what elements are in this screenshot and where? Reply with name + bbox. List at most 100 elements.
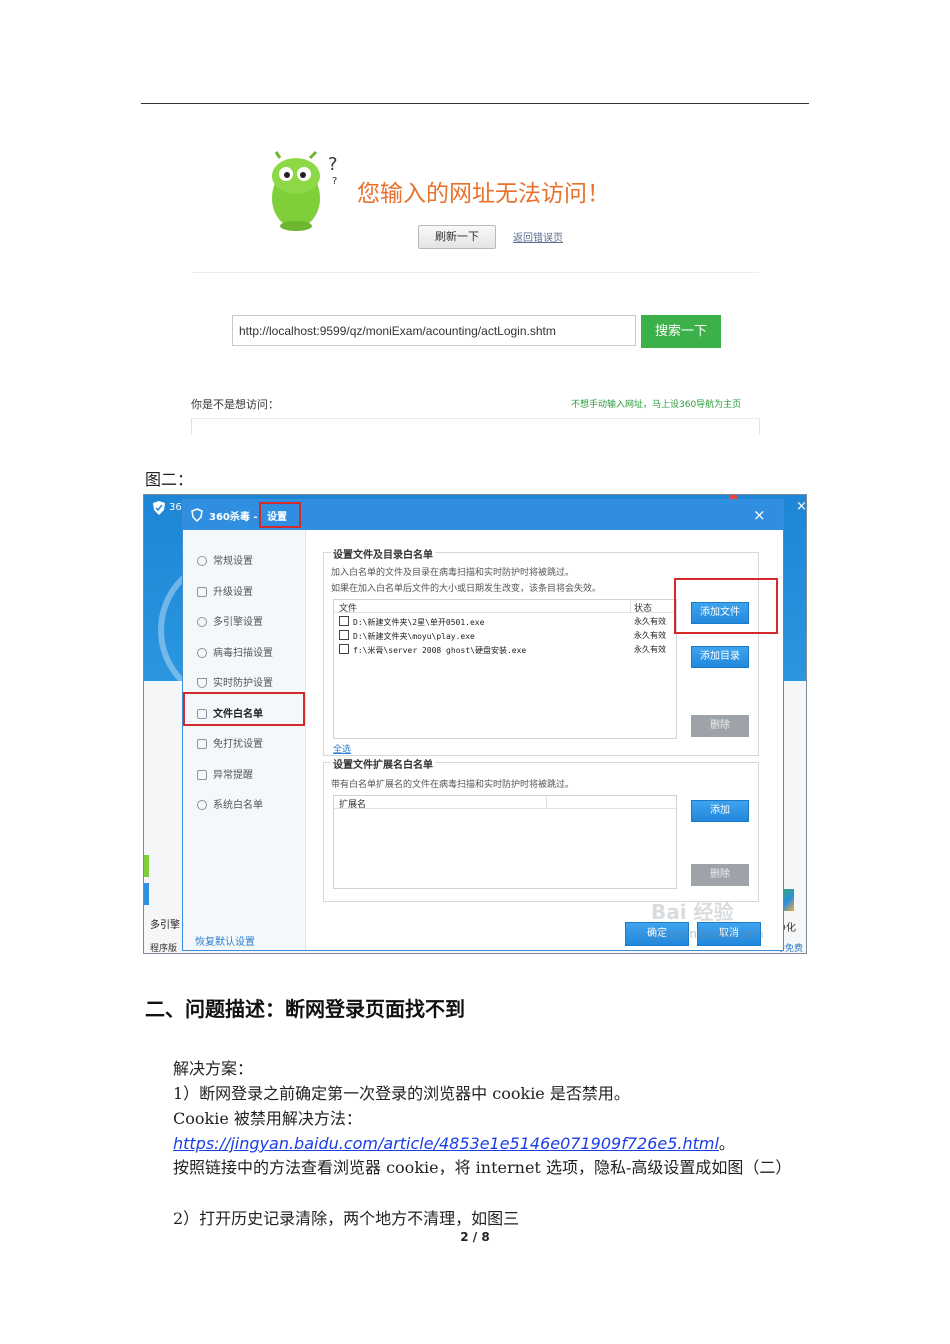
section-heading: 二、问题描述：断网登录页面找不到 — [145, 997, 465, 1021]
settings-dialog: 360杀毒 - 设置 × 常规设置 升级设置 多引擎设置 病毒扫描设置 实时防护… — [182, 499, 784, 951]
shield-icon — [197, 678, 207, 688]
sidebar-item-system-whitelist[interactable]: 系统白名单 — [197, 796, 263, 811]
group-title: 设置文件及目录白名单 — [331, 546, 435, 561]
figure-caption: 图二： — [145, 470, 194, 489]
cookie-fix-label: Cookie 被禁用解决方法： — [173, 1109, 362, 1128]
add-file-button[interactable]: 添加文件 — [691, 602, 749, 624]
punctuation: 。 — [718, 1134, 735, 1153]
extension-list: 扩展名 — [333, 795, 677, 889]
chart-icon — [197, 770, 207, 780]
table-row[interactable]: f:\米膏\server 2008 ghost\硬盘安装.exe — [339, 644, 526, 656]
checkbox[interactable] — [339, 644, 349, 654]
file-list: 文件 状态 D:\新建文件夹\2星\单开0501.exe 永久有效 D:\新建文… — [333, 599, 677, 739]
sidebar-item-label: 常规设置 — [213, 556, 253, 567]
dialog-titlebar: 360杀毒 - 设置 × — [183, 500, 783, 530]
sidebar-item-engine[interactable]: 多引擎设置 — [197, 613, 263, 628]
column-divider — [546, 796, 547, 808]
group-description: 如果在加入白名单后文件的大小或日期发生改变，该条目将会失效。 — [331, 584, 602, 594]
sidebar-item-alert[interactable]: 异常提醒 — [197, 766, 253, 781]
reference-link[interactable]: https://jingyan.baidu.com/article/4853e1… — [173, 1134, 719, 1153]
file-path: D:\新建文件夹\moyu\play.exe — [353, 632, 475, 641]
upload-icon — [197, 587, 207, 597]
sidebar-item-label: 异常提醒 — [213, 770, 253, 781]
select-all-link[interactable]: 全选 — [333, 742, 351, 755]
group-description: 加入白名单的文件及目录在病毒扫描和实时防护时将被跳过。 — [331, 568, 575, 578]
sidebar-item-file-whitelist[interactable]: 文件白名单 — [197, 705, 263, 720]
sidebar-item-label: 文件白名单 — [213, 709, 263, 720]
column-divider — [630, 600, 631, 612]
step-1: 1）断网登录之前确定第一次登录的浏览器中 cookie 是否禁用。 — [173, 1084, 630, 1103]
table-row[interactable]: D:\新建文件夹\2星\单开0501.exe — [339, 616, 484, 628]
settings-sidebar: 常规设置 升级设置 多引擎设置 病毒扫描设置 实时防护设置 文件白名单 免打扰设… — [183, 530, 306, 950]
checkbox[interactable] — [339, 616, 349, 626]
status-text: 永久有效 — [634, 617, 666, 626]
delete-button[interactable]: 删除 — [691, 715, 749, 737]
sidebar-item-label: 免打扰设置 — [213, 739, 263, 750]
divider — [192, 272, 759, 273]
error-title: 您输入的网址无法访问！ — [357, 181, 610, 207]
settings-screenshot: 36 × 多引擎 程序版 净化 寺免费 360杀毒 - 设置 × 常规设置 升级… — [143, 494, 807, 954]
step-2: 2）打开历史记录清除，两个地方不清理，如图三 — [173, 1209, 520, 1228]
background-text: 程序版 — [150, 944, 178, 954]
group-title: 设置文件扩展名白名单 — [331, 756, 435, 771]
sidebar-item-scan[interactable]: 病毒扫描设置 — [197, 644, 273, 659]
sidebar-item-update[interactable]: 升级设置 — [197, 583, 253, 598]
step-1-detail: 按照链接中的方法查看浏览器 cookie，将 internet 选项，隐私-高级… — [173, 1158, 792, 1177]
suggestion-box — [191, 418, 760, 435]
column-header: 文件 — [339, 604, 358, 614]
background-text: 多引擎 — [150, 920, 180, 931]
sidebar-item-label: 系统白名单 — [213, 800, 263, 811]
sidebar-item-label: 多引擎设置 — [213, 617, 263, 628]
dialog-title-settings: 设置 — [267, 512, 287, 523]
sidebar-item-protection[interactable]: 实时防护设置 — [197, 674, 273, 689]
mascot-icon: ? ? — [272, 150, 338, 231]
refresh-button[interactable]: 刷新一下 — [418, 225, 496, 249]
engine-icon — [197, 617, 207, 627]
column-header: 扩展名 — [339, 800, 367, 810]
url-input[interactable]: http://localhost:9599/qz/moniExam/acount… — [232, 315, 636, 346]
column-header: 状态 — [634, 604, 653, 614]
solution-label: 解决方案： — [173, 1059, 254, 1078]
quiet-icon — [197, 739, 207, 749]
page-number: 2 / 8 — [460, 1230, 490, 1244]
sidebar-item-label: 升级设置 — [213, 587, 253, 598]
sidebar-item-quiet[interactable]: 免打扰设置 — [197, 735, 263, 750]
suggestion-label: 你是不是想访问： — [191, 398, 279, 411]
close-icon[interactable]: × — [753, 506, 766, 524]
delete-extension-button[interactable]: 删除 — [691, 864, 749, 886]
back-link[interactable]: 返回错误页 — [513, 229, 563, 244]
watermark-url: jingyan.baidu.com — [653, 927, 764, 941]
svg-text:?: ? — [332, 176, 337, 187]
watermark: Bai 经验 — [651, 900, 734, 924]
reference-line: https://jingyan.baidu.com/article/4853e1… — [173, 1130, 735, 1154]
add-directory-button[interactable]: 添加目录 — [691, 646, 749, 668]
file-path: f:\米膏\server 2008 ghost\硬盘安装.exe — [353, 646, 527, 655]
file-path: D:\新建文件夹\2星\单开0501.exe — [353, 618, 485, 627]
search-button[interactable]: 搜索一下 — [641, 315, 721, 348]
list-header — [334, 796, 676, 809]
status-text: 永久有效 — [634, 645, 666, 654]
close-icon[interactable]: × — [796, 499, 806, 514]
shield-icon — [191, 508, 203, 522]
document-icon — [197, 709, 207, 719]
header-rule — [141, 103, 809, 104]
restore-defaults-link[interactable]: 恢复默认设置 — [195, 933, 255, 948]
svg-text:?: ? — [328, 154, 338, 175]
app-badge: 36 — [169, 502, 182, 513]
sidebar-item-general[interactable]: 常规设置 — [197, 552, 253, 567]
table-row[interactable]: D:\新建文件夹\moyu\play.exe — [339, 630, 475, 642]
sidebar-item-label: 病毒扫描设置 — [213, 648, 273, 659]
set-homepage-link[interactable]: 不想手动输入网址，马上设360导航为主页 — [571, 397, 741, 410]
add-extension-button[interactable]: 添加 — [691, 800, 749, 822]
sidebar-item-label: 实时防护设置 — [213, 678, 273, 689]
search-icon — [197, 648, 207, 658]
group-description: 带有白名单扩展名的文件在病毒扫描和实时防护时将被跳过。 — [331, 780, 575, 790]
list-header — [334, 600, 676, 613]
checkbox[interactable] — [339, 630, 349, 640]
side-tab — [144, 855, 149, 877]
side-tab — [144, 883, 149, 905]
status-text: 永久有效 — [634, 631, 666, 640]
shield-icon — [153, 501, 165, 515]
gear-icon — [197, 556, 207, 566]
dialog-title: 360杀毒 - — [209, 512, 258, 523]
